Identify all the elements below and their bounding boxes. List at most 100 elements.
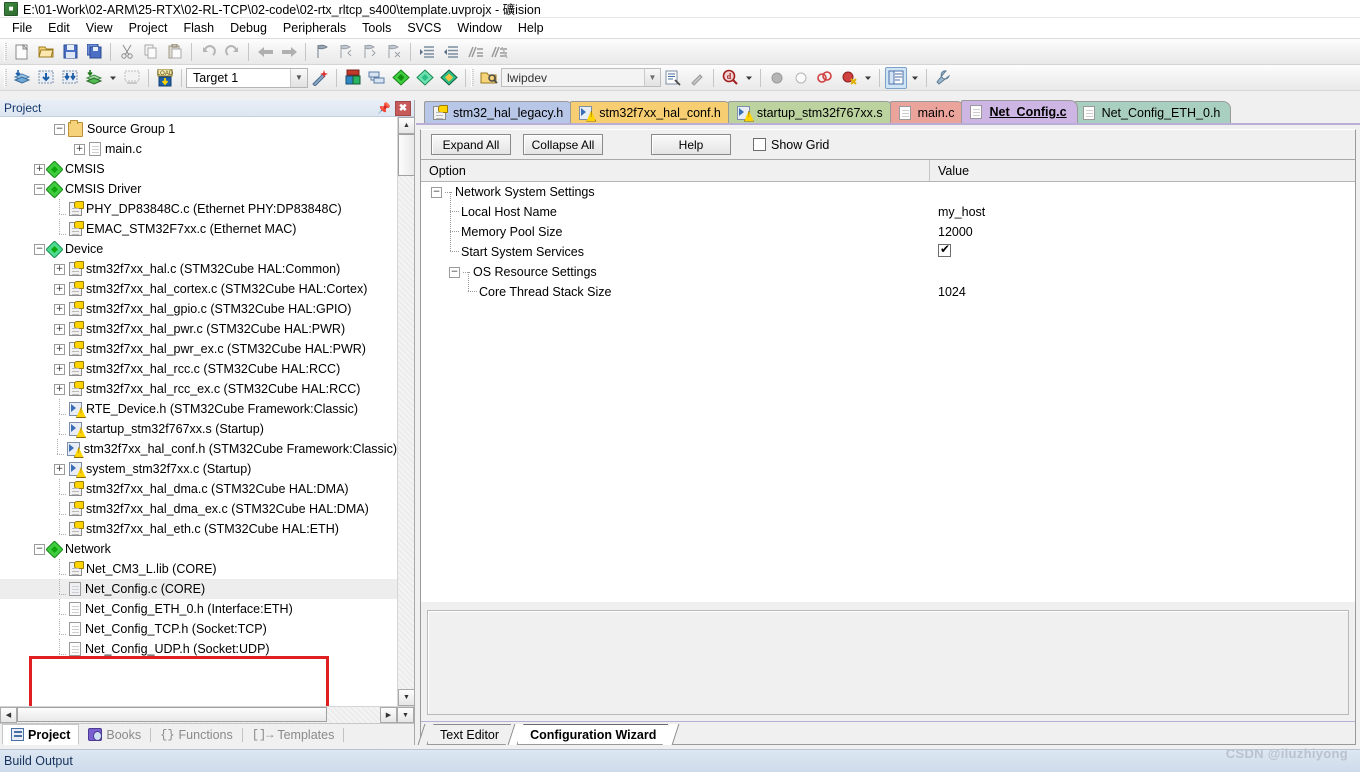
bookmark-next-icon[interactable] (359, 41, 381, 63)
tree-item[interactable]: + stm32f7xx_hal_cortex.c (STM32Cube HAL:C… (0, 279, 397, 299)
sidebar-item-books[interactable]: Books (79, 724, 150, 745)
tree-item[interactable]: + stm32f7xx_hal.c (STM32Cube HAL:Common) (0, 259, 397, 279)
sidebar-item-functions[interactable]: {} Functions (151, 724, 242, 745)
collapse-icon[interactable]: − (54, 123, 65, 135)
breakpoint-empty-icon[interactable] (790, 67, 812, 89)
uncomment-icon[interactable] (488, 41, 510, 63)
tab-text-editor[interactable]: Text Editor (427, 724, 512, 744)
show-grid-checkbox[interactable]: Show Grid (753, 138, 829, 152)
menu-peripherals[interactable]: Peripherals (275, 19, 354, 37)
menu-flash[interactable]: Flash (175, 19, 222, 37)
toolbar-grip-3[interactable] (471, 68, 474, 87)
hscroll-thumb[interactable] (17, 707, 327, 722)
find-in-files-icon[interactable]: d (719, 67, 741, 89)
tree-item[interactable]: stm32f7xx_hal_dma_ex.c (STM32Cube HAL:DM… (0, 498, 397, 519)
scroll-left-button[interactable]: ◀ (0, 707, 17, 723)
sidebar-item-templates[interactable]: []→ Templates (243, 724, 344, 745)
tree-item[interactable]: Net_CM3_L.lib (CORE) (0, 558, 397, 579)
expand-icon[interactable]: + (54, 463, 65, 475)
tree-item[interactable]: startup_stm32f767xx.s (Startup) (0, 418, 397, 439)
stop-build-icon[interactable] (121, 67, 143, 89)
wizard-option-row[interactable]: Memory Pool Size 12000 (421, 212, 1355, 242)
batch-build-icon[interactable] (83, 67, 105, 89)
bookmark-clear-icon[interactable] (383, 41, 405, 63)
menu-file[interactable]: File (4, 19, 40, 37)
project-window-icon[interactable] (885, 66, 907, 89)
wizard-value-cell[interactable] (930, 242, 1355, 260)
magic-wand-icon[interactable] (309, 67, 331, 89)
file-group-combo[interactable]: lwipdev ▼ (501, 68, 661, 87)
build-icon[interactable] (35, 67, 57, 89)
tree-item[interactable]: stm32f7xx_hal_conf.h (STM32Cube Framewor… (0, 438, 397, 459)
vscroll-thumb[interactable] (398, 134, 414, 176)
tree-item[interactable]: − Source Group 1 (0, 119, 397, 139)
tree-item[interactable]: + CMSIS (0, 159, 397, 179)
open-file-icon[interactable] (35, 41, 57, 63)
batch-build-dropdown-icon[interactable] (107, 67, 119, 89)
project-tree-horizontal-scrollbar[interactable]: ◀ ▶ ▼ (0, 706, 414, 723)
wizard-value-cell[interactable]: 1024 (930, 285, 1355, 299)
target-selector[interactable]: Target 1 ▼ (186, 67, 308, 88)
expand-all-button[interactable]: Expand All (431, 134, 511, 155)
document-tab[interactable]: main.c (889, 101, 966, 123)
save-icon[interactable] (59, 41, 81, 63)
copy-icon[interactable] (140, 41, 162, 63)
translate-icon[interactable] (11, 67, 33, 89)
cut-icon[interactable] (116, 41, 138, 63)
expand-icon[interactable]: + (54, 363, 65, 375)
wrench-icon[interactable] (932, 67, 954, 89)
tree-item[interactable]: stm32f7xx_hal_eth.c (STM32Cube HAL:ETH) (0, 518, 397, 539)
expand-icon[interactable]: + (54, 343, 65, 355)
expand-icon[interactable]: + (54, 303, 65, 315)
undo-icon[interactable] (197, 41, 219, 63)
scroll-down-button[interactable]: ▼ (398, 689, 414, 706)
scroll-right-button[interactable]: ▶ (380, 707, 397, 723)
tracepoint-icon[interactable] (686, 67, 708, 89)
document-tab[interactable]: stm32_hal_legacy.h (424, 101, 575, 123)
expand-icon[interactable]: + (54, 323, 65, 335)
navigate-forward-icon[interactable] (278, 41, 300, 63)
collapse-icon[interactable]: − (34, 243, 45, 255)
bookmark-red-icon[interactable] (838, 67, 860, 89)
chevron-down-icon[interactable]: ▼ (644, 69, 660, 86)
expand-icon[interactable]: + (54, 383, 65, 395)
save-all-icon[interactable] (83, 41, 105, 63)
menu-debug[interactable]: Debug (222, 19, 275, 37)
collapse-icon[interactable]: − (431, 186, 442, 198)
auto-hide-pin-icon[interactable]: 📌 (376, 101, 392, 116)
wizard-option-row[interactable]: Core Thread Stack Size 1024 (421, 272, 1355, 302)
chevron-down-icon[interactable]: ▼ (290, 68, 307, 87)
wizard-value-cell[interactable]: 12000 (930, 225, 1355, 239)
redo-icon[interactable] (221, 41, 243, 63)
tree-item[interactable]: Net_Config_UDP.h (Socket:UDP) (0, 638, 397, 659)
outdent-icon[interactable] (440, 41, 462, 63)
pack-installer-icon[interactable] (438, 67, 460, 89)
tab-configuration-wizard[interactable]: Configuration Wizard (517, 724, 669, 744)
menu-project[interactable]: Project (121, 19, 176, 37)
expand-icon[interactable]: + (34, 163, 45, 175)
collapse-icon[interactable]: − (449, 266, 460, 278)
tree-item[interactable]: + stm32f7xx_hal_rcc.c (STM32Cube HAL:RCC) (0, 359, 397, 379)
close-icon[interactable]: ✖ (395, 100, 411, 116)
scroll-down-button-corner[interactable]: ▼ (397, 707, 414, 723)
tree-item[interactable]: − Device (0, 239, 397, 259)
tree-item[interactable]: PHY_DP83848C.c (Ethernet PHY:DP83848C) (0, 198, 397, 219)
find-dropdown-icon[interactable] (743, 67, 755, 89)
manage-rte-green-diamond-icon[interactable] (390, 67, 412, 89)
vscroll-track[interactable] (398, 134, 414, 689)
file-group-open-icon[interactable] (478, 67, 500, 89)
tree-item[interactable]: EMAC_STM32F7xx.c (Ethernet MAC) (0, 218, 397, 239)
tree-item[interactable]: RTE_Device.h (STM32Cube Framework:Classi… (0, 398, 397, 419)
toolbar-grip[interactable] (4, 42, 7, 61)
menu-tools[interactable]: Tools (354, 19, 399, 37)
project-tree-container[interactable]: − Source Group 1 + main.c + CMSIS − CMSIS Drive… (0, 117, 414, 706)
document-tab[interactable]: Net_Config.c (961, 100, 1078, 123)
collapse-icon[interactable]: − (34, 183, 45, 195)
tree-item[interactable]: Net_Config_ETH_0.h (Interface:ETH) (0, 598, 397, 619)
file-view-icon[interactable] (662, 67, 684, 89)
menu-window[interactable]: Window (449, 19, 509, 37)
help-button[interactable]: Help (651, 134, 731, 155)
wizard-option-row[interactable]: Start System Services (421, 232, 1355, 262)
tree-item[interactable]: − CMSIS Driver (0, 179, 397, 199)
wizard-option-row[interactable]: − Network System Settings (421, 182, 1355, 202)
